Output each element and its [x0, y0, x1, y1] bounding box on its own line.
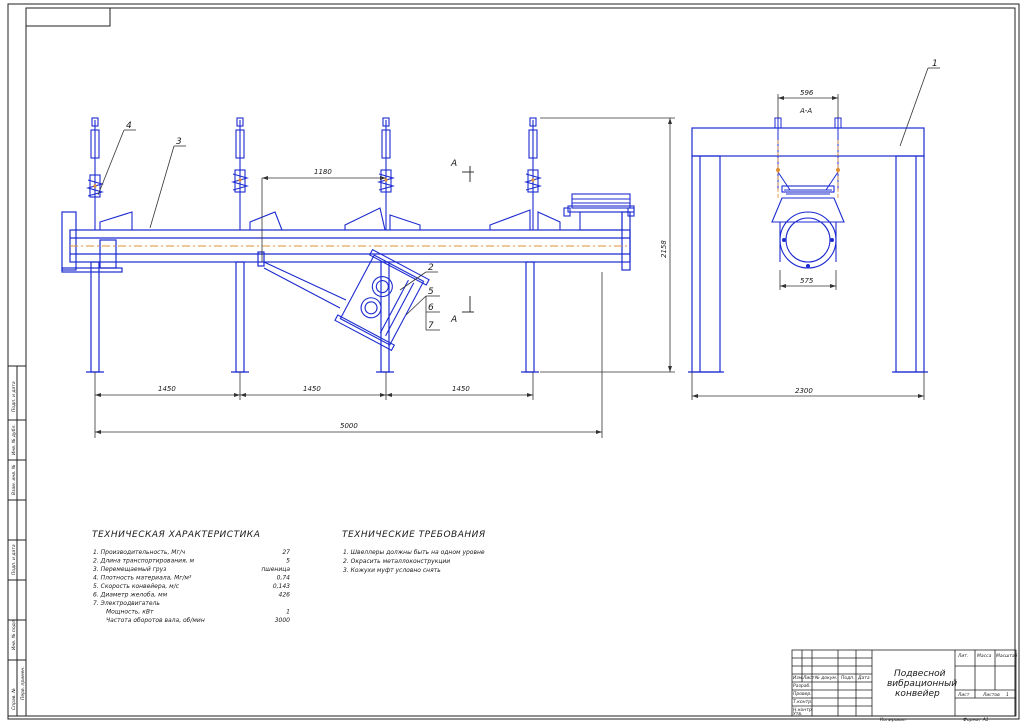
section-mark-a-bottom: А [450, 315, 457, 325]
outlet-flange [563, 193, 635, 231]
side-strip-labels: Подп. и дата Инв. № дубл. Взам. инв. № П… [11, 381, 26, 710]
vibrator-drive [263, 248, 430, 352]
hanger-pair [774, 117, 842, 191]
side-strip-label: Справ. № [11, 688, 17, 710]
tb-tkontr: Т.контр. [793, 699, 813, 705]
section-dim-arrows [692, 96, 924, 398]
tech-requirements: ТЕХНИЧЕСКИЕ ТРЕБОВАНИЯ 1. Швеллеры должн… [342, 530, 486, 574]
side-strip-label: Подп. и дата [11, 544, 17, 575]
tech-char-label: Мощность, кВт [106, 609, 154, 616]
tech-char-label: Частота оборотов вала, об/мин [106, 617, 205, 624]
section-dimensions [691, 94, 925, 400]
tech-char-label: 4. Плотность материала, Мг/м³ [93, 575, 192, 582]
side-strip-label: Инв. № дубл. [11, 424, 17, 455]
tech-req-row: 2. Окрасить металлоконструкции [343, 558, 450, 565]
leader-label-4: 4 [126, 121, 132, 131]
section-title-aa: А-А [799, 107, 812, 115]
tb-copy: Копировал [880, 717, 906, 723]
tech-req-title: ТЕХНИЧЕСКИЕ ТРЕБОВАНИЯ [342, 530, 486, 540]
leader-label-1: 1 [932, 59, 938, 69]
drawing-sheet: Подп. и дата Инв. № дубл. Взам. инв. № П… [7, 3, 1020, 723]
section-view-aa: 596 А-А 575 2300 1 [688, 59, 938, 400]
tb-prov: Провер. [793, 691, 812, 697]
dim-5000: 5000 [340, 422, 358, 430]
channel-brackets [99, 207, 561, 231]
title-block: Изм. Лист № докум. Подп. Дата Разраб. Пр… [791, 649, 1018, 723]
side-strip-label: Взам. инв. № [11, 464, 17, 495]
tb-col-izm: Изм. [793, 675, 804, 681]
tech-char-value: 0,74 [277, 575, 291, 582]
tech-char-label: 6. Диаметр желоба, мм [93, 592, 168, 599]
leader-label-2: 2 [428, 263, 434, 273]
tb-col-sign: Подп. [841, 675, 855, 681]
section-marks [462, 166, 474, 313]
tb-lit: Лит. [957, 653, 968, 659]
tech-char-value: 27 [282, 549, 290, 556]
leader-lines [97, 67, 940, 331]
spring-marks [93, 178, 535, 188]
tech-char-value: 5 [286, 558, 290, 565]
tech-characteristics: ТЕХНИЧЕСКАЯ ХАРАКТЕРИСТИКА 1. Производит… [92, 530, 290, 624]
tech-char-label: 7. Электродвигатель [93, 600, 160, 607]
dim-2158: 2158 [660, 240, 668, 258]
dim-575: 575 [800, 277, 814, 285]
tb-sheet: Лист [957, 692, 970, 698]
leader-label-3: 3 [176, 137, 182, 147]
sheet-frame [7, 3, 1020, 720]
dim-1450-b: 1450 [303, 385, 321, 393]
side-strip-label: Подп. и дата [11, 381, 17, 412]
tech-req-row: 1. Швеллеры должны быть на одном уровне [343, 549, 485, 556]
front-dimensions [94, 117, 675, 438]
tb-name-line2: вибрационный [887, 679, 957, 689]
side-strip-label: Перв. примен. [20, 666, 26, 700]
front-view: 1180 1450 1450 1450 5000 2158 А А 4 3 2 [61, 67, 940, 438]
tb-col-list: Лист [802, 675, 815, 681]
tech-char-label: 2. Длина транспортирования, м [93, 558, 194, 565]
leader-label-7: 7 [428, 321, 434, 331]
tech-char-value: 3000 [275, 617, 290, 624]
tech-char-value: пшеница [261, 566, 290, 573]
leader-label-5: 5 [428, 287, 434, 297]
dim-1450-a: 1450 [158, 385, 176, 393]
tb-scale: Масштаб [996, 653, 1018, 659]
section-mark-a-top: А [450, 159, 457, 169]
tb-sheets-count: 1 [1006, 692, 1009, 698]
tech-char-label: 5. Скорость конвейера, м/с [93, 583, 180, 590]
tb-mass: Масса [977, 653, 992, 659]
tb-name-line3: конвейер [895, 689, 940, 699]
tech-char-value: 1 [286, 609, 290, 616]
side-strip-label: Инв. № подл. [11, 619, 17, 650]
dim-1450-c: 1450 [452, 385, 470, 393]
tb-name-line1: Подвесной [894, 669, 946, 679]
portal-frame [688, 127, 928, 373]
trough-section [771, 185, 845, 269]
leader-label-6: 6 [428, 303, 434, 313]
support-legs [86, 261, 539, 373]
tb-razrab: Разраб. [793, 683, 811, 689]
tech-char-value: 0,143 [273, 583, 290, 590]
conveyor-trough [61, 211, 631, 273]
dim-596: 596 [800, 89, 814, 97]
tech-char-label: 3. Перемещаемый груз [93, 566, 166, 573]
dim-1180: 1180 [314, 168, 332, 176]
tech-char-value: 426 [279, 592, 291, 599]
tb-col-date: Дата [857, 675, 870, 681]
tb-utv: Утв. [793, 711, 802, 717]
tb-sheets: Листов [982, 692, 1000, 698]
tb-col-doc: № докум. [814, 675, 837, 681]
tech-char-title: ТЕХНИЧЕСКАЯ ХАРАКТЕРИСТИКА [92, 530, 260, 540]
dim-2300: 2300 [795, 387, 813, 395]
hanger-axis-marks [776, 168, 840, 172]
tech-char-label: 1. Производительность, Мг/ч [93, 549, 186, 556]
tech-req-row: 3. Кожухи муфт условно снять [343, 567, 441, 574]
tb-format: Формат А1 [963, 717, 989, 723]
dimension-arrows [95, 118, 672, 434]
